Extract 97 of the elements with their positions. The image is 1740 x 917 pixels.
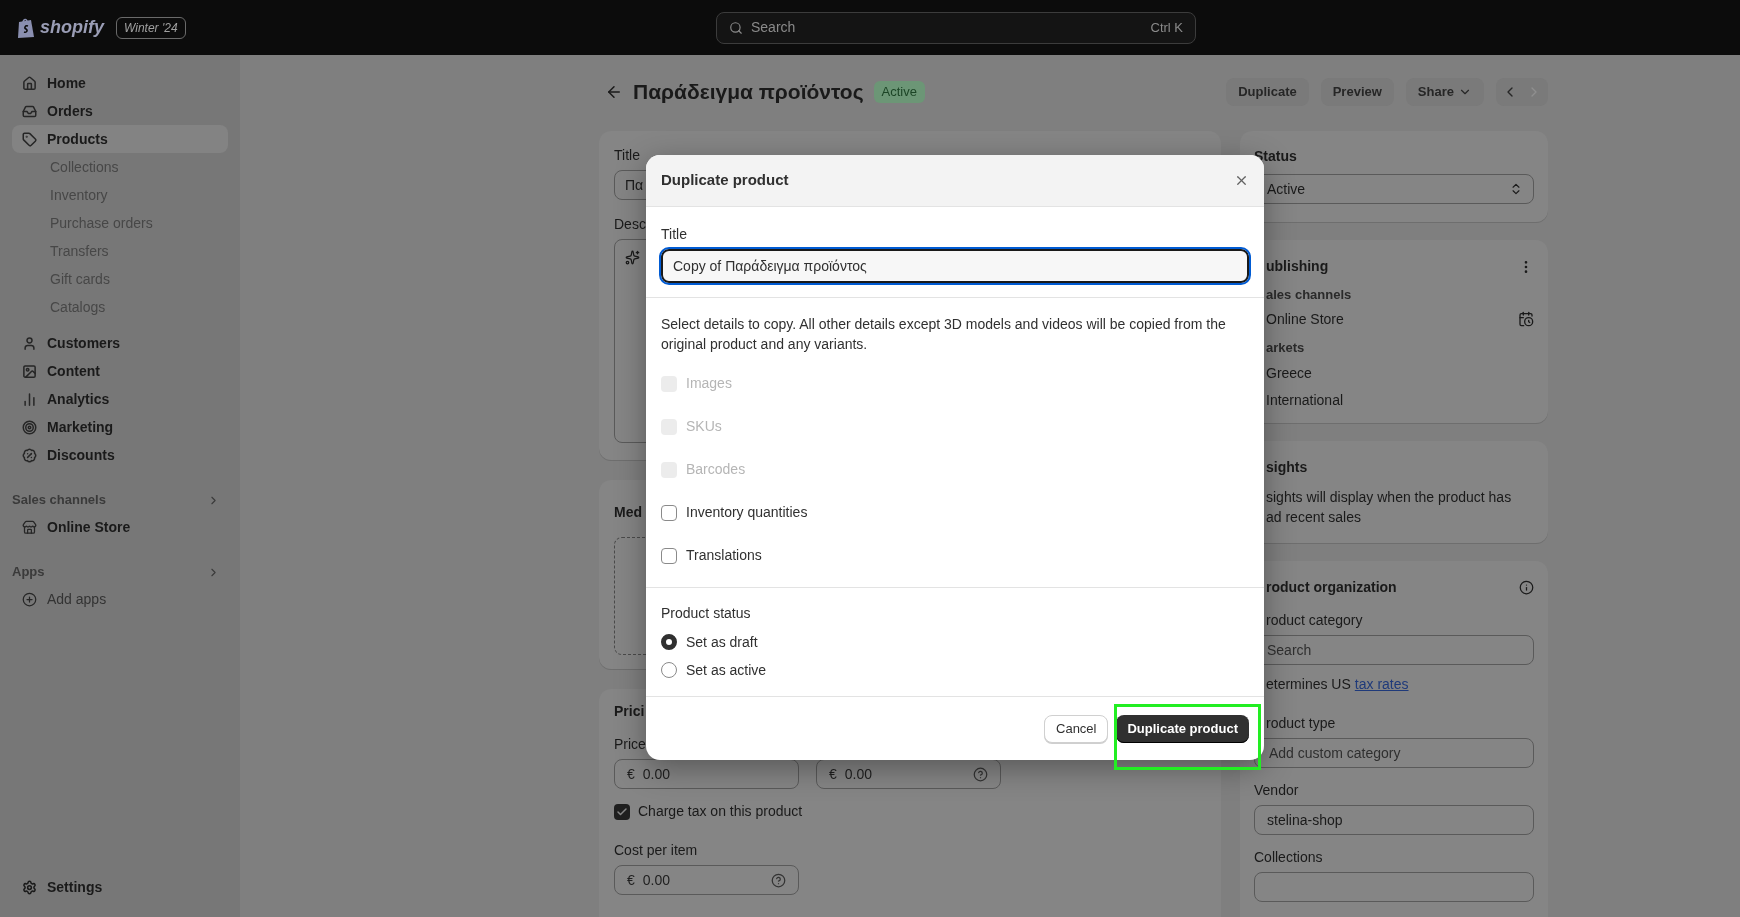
- field-value: 0.00: [642, 870, 672, 890]
- checkbox-label: Translations: [686, 546, 762, 565]
- section-label: arkets: [1266, 338, 1306, 357]
- target-icon: [22, 419, 37, 435]
- percent-badge-icon: [22, 447, 37, 463]
- checkbox-label: Inventory quantities: [686, 503, 808, 522]
- nav-item[interactable]: Discounts: [12, 441, 228, 469]
- nav-item[interactable]: Marketing: [12, 413, 228, 441]
- field-label: Desc: [614, 215, 646, 234]
- nav-item[interactable]: Orders: [12, 97, 228, 125]
- calendar-clock-icon[interactable]: [1518, 311, 1534, 327]
- settings-icon: [22, 879, 37, 895]
- card-heading: ublishing: [1266, 257, 1329, 276]
- search-field[interactable]: Search Ctrl K: [716, 11, 1196, 44]
- search-icon: [729, 20, 743, 35]
- checkbox-label: Charge tax on this product: [638, 802, 803, 821]
- store-icon: [22, 519, 37, 535]
- checkbox-label: Images: [686, 374, 732, 393]
- currency-symbol: €: [829, 764, 837, 784]
- search-input[interactable]: Search: [751, 17, 1143, 38]
- card-heading: Prici: [614, 702, 645, 721]
- nav-item[interactable]: Settings: [12, 873, 228, 901]
- product-type-input[interactable]: Add custom category: [1269, 742, 1533, 764]
- bar-chart-icon: [22, 391, 37, 407]
- page-title: Παράδειγμα προϊόντος: [633, 79, 864, 106]
- help-icon[interactable]: [771, 872, 786, 888]
- field-value: 0.00: [844, 764, 874, 784]
- edition-badge: Winter '24: [116, 16, 186, 39]
- category-input[interactable]: Search: [1267, 639, 1533, 661]
- check-icon: [616, 805, 628, 818]
- action-button[interactable]: Preview: [1320, 78, 1394, 106]
- field-label: Title: [614, 146, 640, 165]
- card-heading: sights: [1266, 458, 1309, 477]
- title-field[interactable]: Copy of Παράδειγμα προϊόντος: [661, 249, 1249, 283]
- field-label: roduct category: [1265, 611, 1364, 630]
- nav-item[interactable]: Analytics: [12, 385, 228, 413]
- field-label: roduct type: [1265, 714, 1337, 733]
- duplicate-button[interactable]: Duplicate product: [1116, 714, 1249, 743]
- card-heading: Med: [614, 503, 642, 522]
- channel-name: Online Store: [1266, 309, 1344, 329]
- checkbox-label: SKUs: [686, 417, 722, 436]
- tray-icon: [22, 103, 37, 119]
- sparkle-icon[interactable]: [625, 250, 640, 265]
- field-label: Cost per item: [614, 841, 699, 860]
- currency-symbol: €: [627, 764, 635, 784]
- title-input[interactable]: Copy of Παράδειγμα προϊόντος: [673, 255, 1237, 277]
- nav-item[interactable]: Products: [12, 125, 228, 153]
- status-badge: Active: [873, 81, 925, 103]
- section-header[interactable]: Sales channels: [12, 487, 228, 513]
- hint-text: etermines US: [1266, 675, 1351, 694]
- section-label: ales channels: [1266, 286, 1353, 304]
- field-label: Collections: [1254, 848, 1324, 867]
- cost-field[interactable]: € 0.00: [614, 865, 799, 895]
- field-label: Price: [614, 735, 646, 754]
- person-icon: [22, 335, 37, 351]
- field-value: 0.00: [642, 764, 672, 784]
- vendor-field[interactable]: stelina-shop: [1254, 805, 1534, 835]
- info-icon[interactable]: [1519, 580, 1534, 595]
- nav-item[interactable]: Home: [12, 69, 228, 97]
- action-button[interactable]: Duplicate: [1226, 78, 1309, 106]
- plus-circle-icon: [22, 591, 37, 607]
- insights-text: sights will display when the product has: [1266, 488, 1513, 506]
- cancel-button[interactable]: Cancel: [1044, 714, 1109, 743]
- logo-wordmark[interactable]: shopify: [40, 14, 104, 41]
- radio-button[interactable]: [661, 662, 677, 678]
- field-label: Vendor: [1254, 781, 1300, 800]
- nav-item[interactable]: Customers: [12, 329, 228, 357]
- nav-item[interactable]: Online Store: [12, 513, 228, 541]
- image-icon: [22, 363, 37, 379]
- checkbox[interactable]: [661, 504, 677, 521]
- dialog-description: Select details to copy. All other details except 3D models and videos will be copied from the original product and any variants.: [661, 315, 1227, 354]
- dialog-title: Duplicate product: [661, 170, 789, 191]
- shortcut-hint: Ctrl K: [1150, 18, 1183, 37]
- checkbox[interactable]: [661, 547, 677, 564]
- radio-button[interactable]: [661, 634, 677, 650]
- share-dropdown-button[interactable]: Share: [1405, 78, 1484, 106]
- tag-icon: [22, 131, 37, 147]
- close-icon[interactable]: [1234, 173, 1249, 188]
- house-icon: [22, 75, 37, 91]
- currency-symbol: €: [627, 870, 635, 890]
- shopping-bag-icon: [16, 16, 36, 39]
- collections-field[interactable]: [1254, 872, 1534, 902]
- section-header[interactable]: Apps: [12, 559, 228, 585]
- radio-label: Set as active: [686, 660, 767, 680]
- field-label: Title: [661, 225, 688, 244]
- market-name: Greece: [1266, 364, 1313, 383]
- nav-item[interactable]: Content: [12, 357, 228, 385]
- tax-rates-link[interactable]: tax rates: [1354, 674, 1409, 695]
- checkbox-label: Barcodes: [686, 460, 746, 479]
- radio-label: Set as draft: [686, 632, 758, 652]
- market-name: International: [1266, 391, 1345, 410]
- card-heading: roduct organization: [1266, 578, 1397, 597]
- nav-item[interactable]: Add apps: [12, 585, 228, 613]
- field-label: Product status: [661, 604, 752, 623]
- help-icon[interactable]: [973, 766, 988, 782]
- checkbox[interactable]: [614, 803, 630, 820]
- insights-text: ad recent sales: [1266, 508, 1362, 526]
